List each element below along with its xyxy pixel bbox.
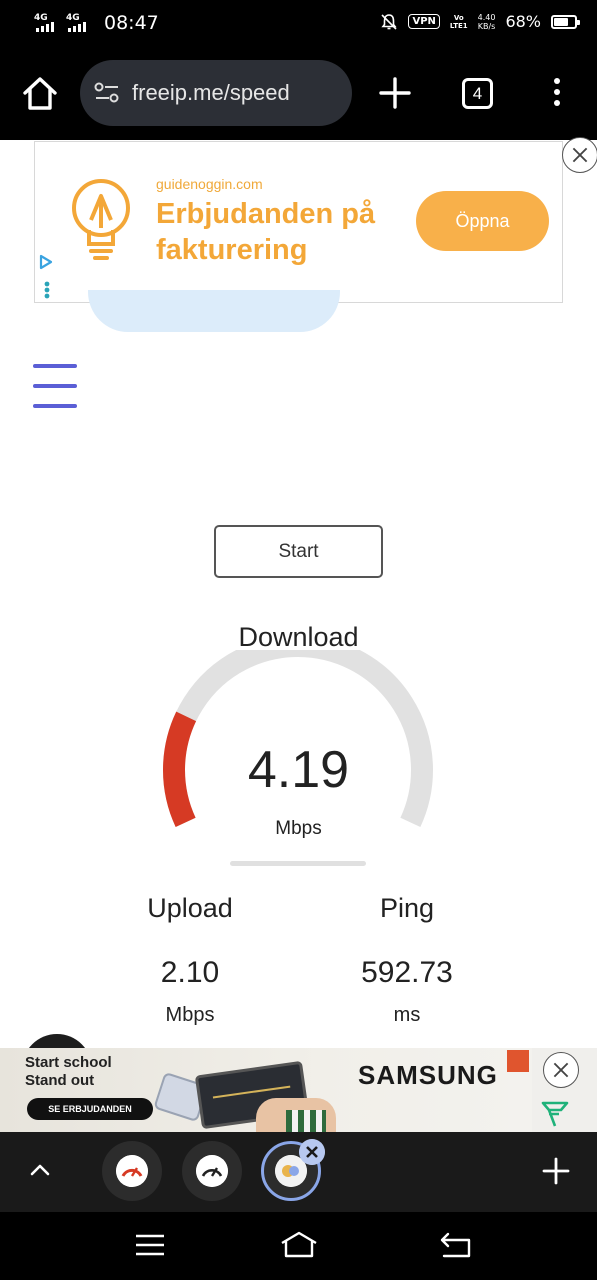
status-bar-left: 4G 4G 08:47 bbox=[34, 12, 159, 34]
download-label: Download bbox=[238, 622, 359, 652]
mute-notifications-icon bbox=[381, 13, 398, 30]
close-icon[interactable] bbox=[562, 137, 597, 173]
speedometer-icon bbox=[196, 1155, 228, 1187]
download-unit: Mbps bbox=[275, 818, 322, 839]
tab-dock bbox=[0, 1132, 597, 1212]
tabs-count-button[interactable]: 4 bbox=[462, 78, 493, 109]
system-nav-bar bbox=[0, 1212, 597, 1280]
vpn-badge: VPN bbox=[408, 14, 440, 29]
volte-indicator: Vo LTE1 bbox=[450, 14, 468, 30]
plus-icon[interactable] bbox=[541, 1156, 571, 1186]
url-text: freeip.me/speed bbox=[132, 80, 290, 105]
upload-unit: Mbps bbox=[165, 1004, 215, 1026]
dock-tab-1[interactable] bbox=[102, 1141, 162, 1201]
ping-value: 592.73 bbox=[361, 956, 453, 989]
ad-tagline: Start school Stand out bbox=[25, 1054, 112, 1090]
ad-badge-icon bbox=[507, 1050, 529, 1072]
status-bar-right: VPN Vo LTE1 4.40 KB/s 68% bbox=[380, 12, 580, 31]
bottom-ad-banner[interactable]: Start school Stand out SE ERBJUDANDEN SA… bbox=[0, 1048, 597, 1132]
ad-brand: SAMSUNG bbox=[358, 1060, 498, 1090]
network-speed: 4.40 KB/s bbox=[478, 13, 496, 31]
ad-headline: Erbjudanden på fakturering bbox=[156, 198, 376, 266]
upload-label: Upload bbox=[147, 893, 233, 923]
volte-top: Vo bbox=[453, 13, 464, 22]
ping-label: Ping bbox=[379, 893, 435, 923]
home-icon[interactable] bbox=[20, 74, 60, 114]
more-vert-icon[interactable] bbox=[548, 78, 566, 110]
signal-strength-icon: 4G bbox=[66, 13, 92, 33]
ad-open-button[interactable]: Öppna bbox=[416, 191, 549, 251]
ad-domain: guidenoggin.com bbox=[156, 176, 263, 192]
adchoices-icon[interactable] bbox=[37, 252, 59, 302]
sleeve-image bbox=[286, 1110, 326, 1132]
decorative-blob bbox=[88, 290, 340, 332]
battery-percent: 68% bbox=[505, 12, 541, 31]
recent-apps-icon[interactable] bbox=[132, 1230, 168, 1260]
volte-bottom: LTE1 bbox=[449, 21, 468, 30]
ad-tagline-line1: Start school bbox=[25, 1054, 112, 1071]
chevron-up-icon[interactable] bbox=[28, 1158, 52, 1182]
network-speed-unit: KB/s bbox=[477, 21, 496, 31]
home-icon[interactable] bbox=[279, 1230, 319, 1260]
status-bar: 4G 4G 08:47 VPN Vo LTE1 4.40 KB/s 68% bbox=[0, 0, 597, 48]
start-button[interactable]: Start bbox=[214, 525, 383, 578]
hamburger-menu-icon[interactable] bbox=[33, 364, 77, 408]
progress-track bbox=[230, 861, 366, 866]
new-tab-plus-icon[interactable] bbox=[377, 75, 413, 111]
back-icon[interactable] bbox=[438, 1230, 474, 1260]
dock-tab-2[interactable] bbox=[182, 1141, 242, 1201]
browser-toolbar: freeip.me/speed 4 bbox=[0, 48, 597, 140]
speedometer-red-icon bbox=[116, 1155, 148, 1187]
address-bar[interactable]: freeip.me/speed bbox=[80, 60, 352, 126]
battery-icon bbox=[551, 14, 580, 29]
filter-icon[interactable] bbox=[541, 1100, 569, 1128]
clock: 08:47 bbox=[104, 12, 159, 34]
upload-value: 2.10 bbox=[160, 956, 220, 989]
ad-cta-button[interactable]: SE ERBJUDANDEN bbox=[27, 1098, 153, 1120]
signal-strength-icon: 4G bbox=[34, 13, 60, 33]
network-speed-value: 4.40 bbox=[477, 12, 496, 22]
download-value: 4.19 bbox=[247, 741, 350, 799]
top-ad-banner[interactable]: guidenoggin.com Erbjudanden på faktureri… bbox=[34, 141, 563, 303]
ping-unit: ms bbox=[393, 1004, 421, 1026]
close-icon[interactable] bbox=[299, 1139, 325, 1165]
site-settings-icon[interactable] bbox=[94, 82, 120, 104]
close-icon[interactable] bbox=[543, 1052, 579, 1088]
ad-tagline-line2: Stand out bbox=[25, 1072, 95, 1089]
lightbulb-icon bbox=[72, 179, 130, 260]
